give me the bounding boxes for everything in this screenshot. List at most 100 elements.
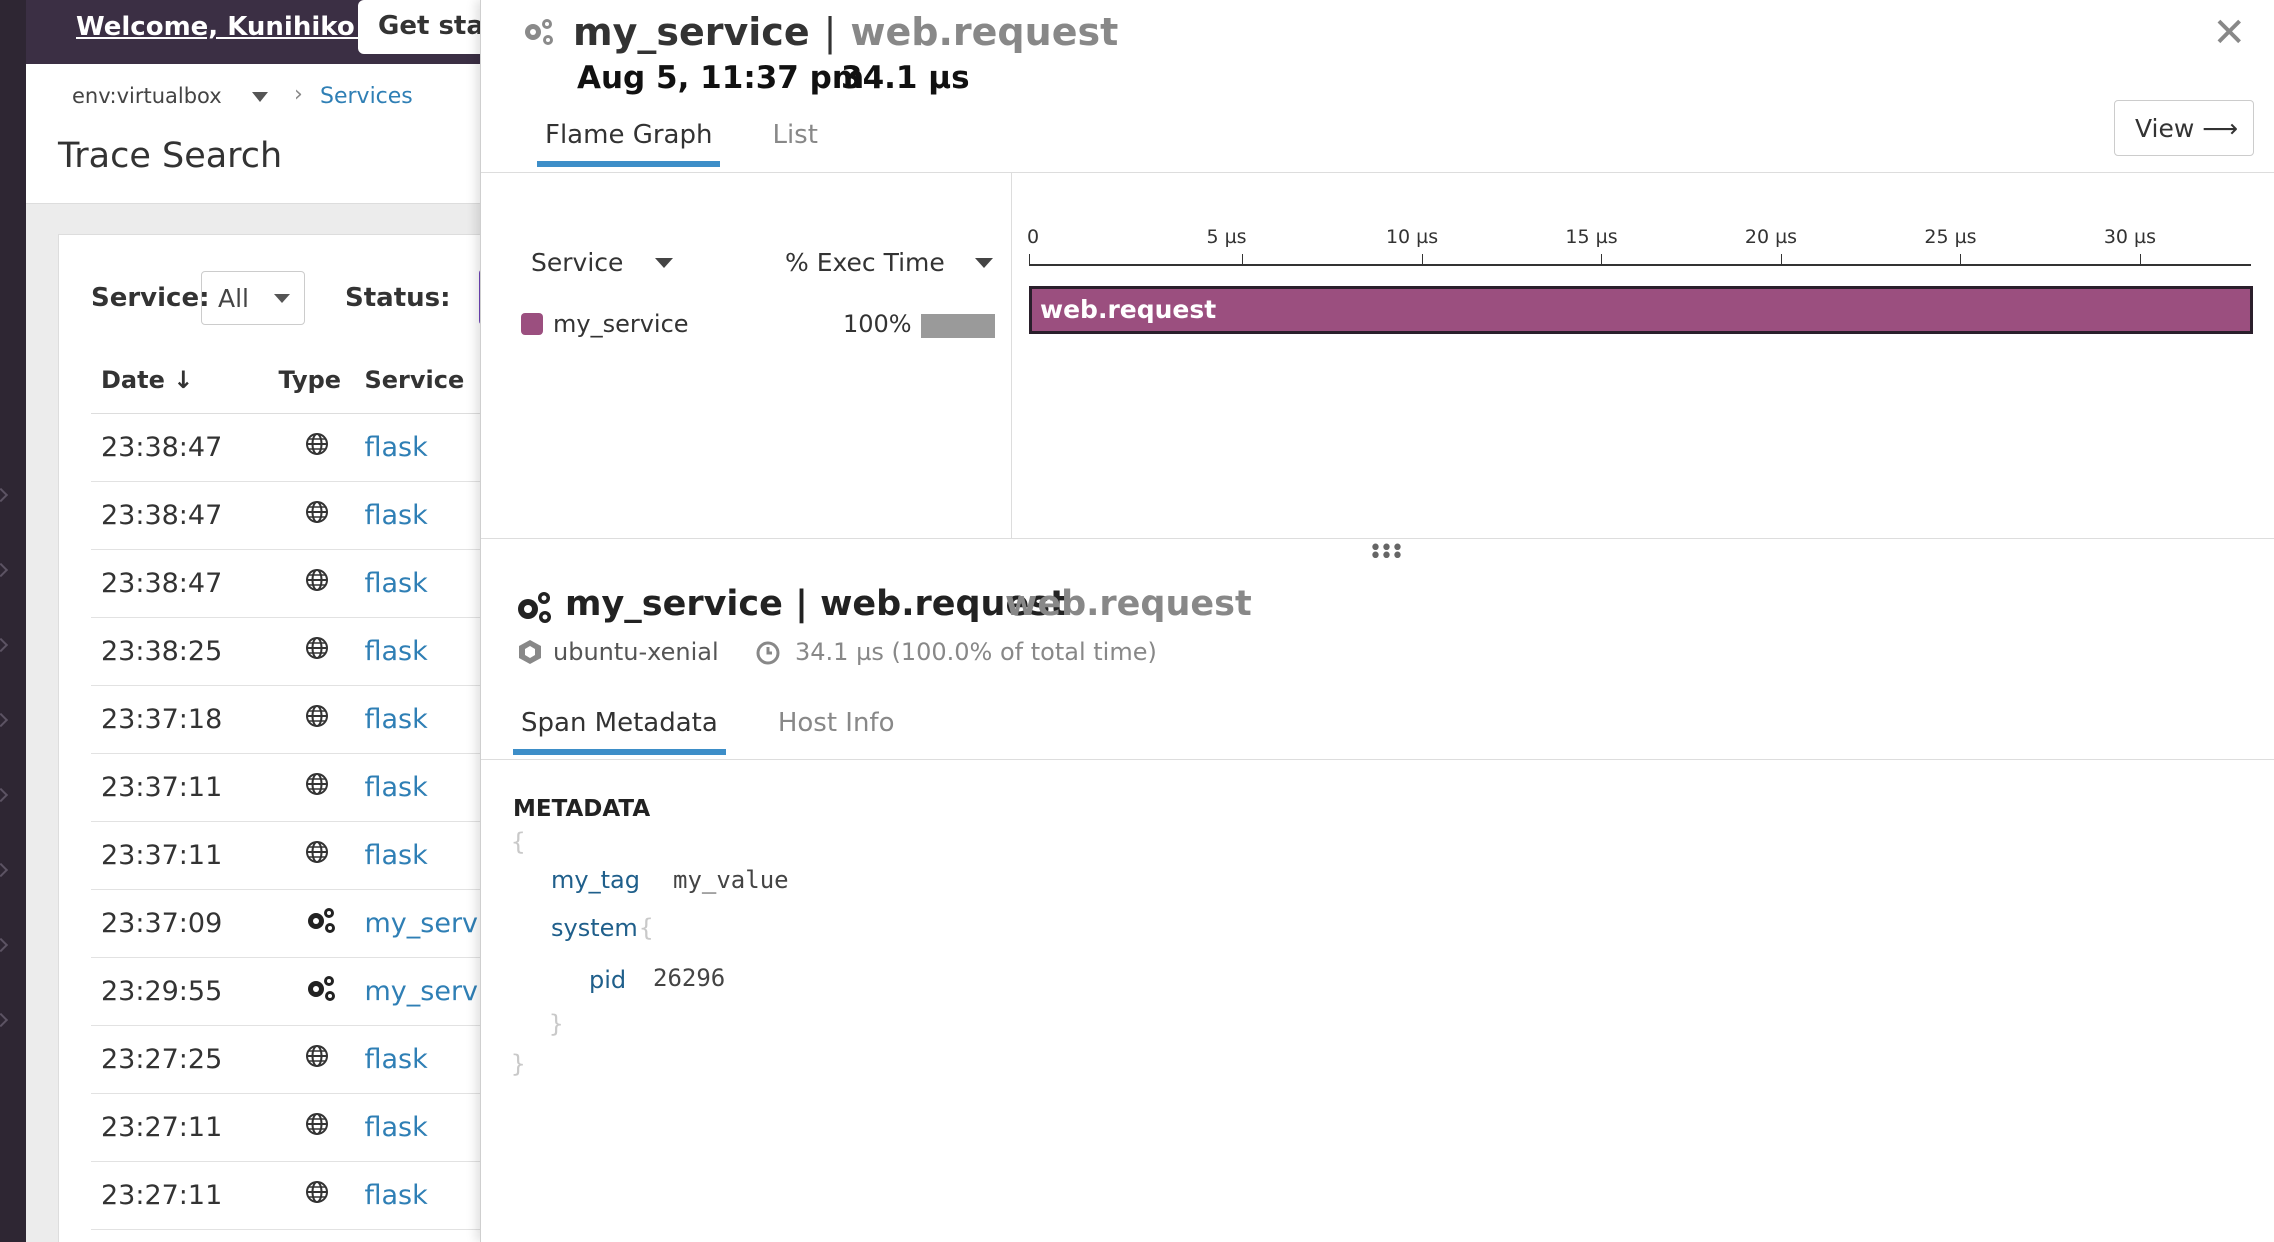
axis-tick bbox=[1029, 254, 1030, 264]
nav-chevron-icon[interactable] bbox=[0, 865, 5, 877]
row-service-link[interactable]: flask bbox=[354, 1093, 480, 1162]
globe-icon bbox=[304, 568, 330, 600]
axis-tick-label: 20 µs bbox=[1744, 226, 1798, 248]
row-service-link[interactable]: flask bbox=[354, 549, 480, 618]
metadata-open-brace: { bbox=[511, 828, 526, 856]
globe-icon bbox=[304, 772, 330, 804]
tab-span-metadata[interactable]: Span Metadata bbox=[513, 708, 726, 755]
close-icon[interactable]: ✕ bbox=[2212, 10, 2246, 56]
row-type bbox=[268, 549, 355, 618]
column-header-service[interactable]: Service bbox=[354, 347, 480, 414]
tab-flame-graph[interactable]: Flame Graph bbox=[537, 120, 721, 167]
row-type bbox=[268, 685, 355, 754]
service-column-header[interactable]: Service bbox=[531, 248, 623, 277]
row-service-link[interactable]: flask bbox=[354, 685, 480, 754]
flame-span-bar[interactable]: web.request bbox=[1029, 286, 2253, 334]
panel-service: my_service bbox=[573, 10, 810, 54]
axis-tick-label: 10 µs bbox=[1385, 226, 1439, 248]
row-service-link[interactable]: flask bbox=[354, 1161, 480, 1230]
traces-table: Date ↓ Type Service 23:38:47 flask 23:38:4… bbox=[91, 347, 480, 1230]
nav-chevron-icon[interactable] bbox=[0, 790, 5, 802]
row-date: 23:29:55 bbox=[91, 957, 269, 1026]
span-tabs: Span Metadata Host Info bbox=[513, 708, 946, 755]
drag-handle-icon[interactable]: ••• ••• bbox=[1369, 538, 1404, 568]
row-service-link[interactable]: flask bbox=[354, 753, 480, 822]
row-date: 23:38:47 bbox=[91, 549, 269, 618]
tab-list[interactable]: List bbox=[764, 120, 825, 164]
tab-host-info[interactable]: Host Info bbox=[770, 708, 903, 752]
breadcrumb-services[interactable]: Services bbox=[320, 84, 413, 109]
table-row[interactable]: 23:29:55 my_service bbox=[91, 957, 480, 1026]
globe-icon bbox=[304, 840, 330, 872]
nav-chevron-icon[interactable] bbox=[0, 640, 5, 652]
row-service-link[interactable]: flask bbox=[354, 617, 480, 686]
env-selector[interactable]: env:virtualbox bbox=[72, 84, 222, 108]
title-separator: | bbox=[823, 10, 837, 54]
table-row[interactable]: 23:27:25 flask bbox=[91, 1025, 480, 1094]
view-button[interactable]: View ⟶ bbox=[2114, 100, 2254, 156]
host-icon bbox=[519, 640, 541, 664]
globe-icon bbox=[304, 500, 330, 532]
welcome-link[interactable]: Welcome, Kunihiko! bbox=[76, 12, 367, 42]
row-date: 23:37:11 bbox=[91, 753, 269, 822]
metadata-heading: METADATA bbox=[513, 796, 651, 822]
table-row[interactable]: 23:38:47 flask bbox=[91, 549, 480, 618]
chevron-right-icon: › bbox=[294, 82, 303, 107]
host-name[interactable]: ubuntu-xenial bbox=[553, 638, 719, 666]
chevron-down-icon[interactable] bbox=[655, 258, 673, 268]
service-filter-select[interactable]: All bbox=[201, 271, 305, 325]
nav-chevron-icon[interactable] bbox=[0, 940, 5, 952]
nav-chevron-icon[interactable] bbox=[0, 715, 5, 727]
row-service-link[interactable]: flask bbox=[354, 821, 480, 890]
row-service-link[interactable]: my_service bbox=[354, 957, 480, 1026]
table-row[interactable]: 23:37:18 flask bbox=[91, 685, 480, 754]
chevron-down-icon bbox=[274, 294, 290, 303]
service-row-name: my_service bbox=[553, 310, 689, 338]
meta-key-system: system bbox=[551, 914, 638, 942]
table-row[interactable]: 23:38:47 flask bbox=[91, 481, 480, 550]
row-type bbox=[268, 821, 355, 890]
row-service-link[interactable]: flask bbox=[354, 481, 480, 550]
table-row[interactable]: 23:27:11 flask bbox=[91, 1093, 480, 1162]
column-header-date[interactable]: Date ↓ bbox=[91, 347, 269, 414]
row-date: 23:38:47 bbox=[91, 481, 269, 550]
nav-chevron-icon[interactable] bbox=[0, 1015, 5, 1027]
trace-list-card: Service: All Status: Date ↓ Type Service… bbox=[58, 234, 480, 1242]
panel-splitter[interactable]: ••• ••• bbox=[481, 538, 2274, 570]
table-row[interactable]: 23:37:09 my_service bbox=[91, 889, 480, 958]
row-type bbox=[268, 753, 355, 822]
gears-icon bbox=[525, 19, 553, 45]
exec-time-column-header[interactable]: % Exec Time bbox=[785, 248, 945, 277]
view-tabs: Flame Graph List bbox=[537, 120, 870, 167]
span-resource: web.request bbox=[1005, 584, 1252, 624]
nav-chevron-icon[interactable] bbox=[0, 490, 5, 502]
column-header-type[interactable]: Type bbox=[268, 347, 355, 414]
row-service-link[interactable]: flask bbox=[354, 1025, 480, 1094]
row-date: 23:38:47 bbox=[91, 413, 269, 482]
table-row[interactable]: 23:38:25 flask bbox=[91, 617, 480, 686]
row-service-link[interactable]: flask bbox=[354, 413, 480, 482]
chevron-down-icon[interactable] bbox=[975, 258, 993, 268]
row-date: 23:37:09 bbox=[91, 889, 269, 958]
row-service-link[interactable]: my_service bbox=[354, 889, 480, 958]
table-row[interactable]: 23:27:11 flask bbox=[91, 1161, 480, 1230]
exec-time-bar bbox=[921, 314, 995, 338]
flame-divider bbox=[1011, 173, 1012, 538]
table-row[interactable]: 23:37:11 flask bbox=[91, 821, 480, 890]
meta-key-pid: pid bbox=[589, 966, 627, 994]
status-filter-label: Status: bbox=[345, 283, 451, 313]
row-date: 23:27:11 bbox=[91, 1093, 269, 1162]
row-type bbox=[268, 1161, 355, 1230]
row-date: 23:37:18 bbox=[91, 685, 269, 754]
row-type bbox=[268, 481, 355, 550]
row-date: 23:38:25 bbox=[91, 617, 269, 686]
nav-chevron-icon[interactable] bbox=[0, 565, 5, 577]
row-date: 23:27:11 bbox=[91, 1161, 269, 1230]
get-started-button[interactable]: Get started bbox=[358, 0, 480, 54]
span-duration: 34.1 µs (100.0% of total time) bbox=[795, 638, 1157, 666]
table-row[interactable]: 23:37:11 flask bbox=[91, 753, 480, 822]
table-row[interactable]: 23:38:47 flask bbox=[91, 413, 480, 482]
gears-icon bbox=[518, 592, 551, 623]
row-type bbox=[268, 889, 355, 958]
chevron-down-icon[interactable] bbox=[252, 92, 268, 102]
